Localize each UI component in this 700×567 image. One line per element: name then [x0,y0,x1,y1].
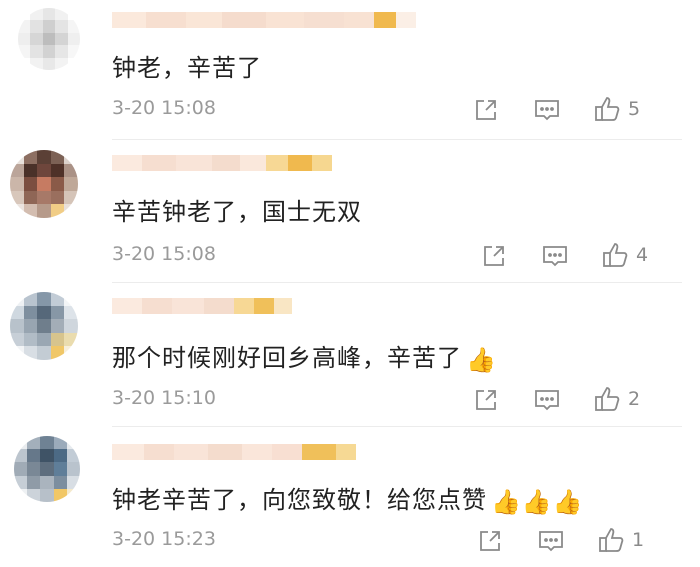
comment-text: 那个时候刚好回乡高峰，辛苦了 👍 [112,344,497,374]
share-icon [476,390,496,410]
username-blurred[interactable] [112,444,356,460]
like-button[interactable]: 1 [598,526,644,554]
comment-icon [543,246,567,267]
timestamp: 3-20 15:08 [112,97,216,119]
reply-button[interactable] [538,529,564,553]
like-count: 1 [632,529,645,551]
timestamp: 3-20 15:23 [112,528,216,550]
avatar[interactable] [10,292,78,360]
divider [112,139,682,140]
timestamp: 3-20 15:08 [112,243,216,265]
comment-text: 钟老，辛苦了 [112,54,262,82]
like-count: 5 [628,98,641,120]
share-button[interactable] [478,529,502,553]
thumbs-up-icon [595,97,620,121]
thumbs-up-icon [599,528,624,552]
share-icon [484,246,504,266]
avatar[interactable] [10,150,78,218]
like-button[interactable]: 2 [594,385,640,413]
like-count: 2 [628,388,641,410]
comment-text: 辛苦钟老了，国士无双 [112,198,362,226]
reply-button[interactable] [542,244,568,268]
thumbs-up-emoji: 👍 [466,346,497,374]
thumbs-up-emoji: 👍👍👍 [491,488,584,516]
share-icon [476,100,496,120]
comment-icon [535,390,559,411]
share-button[interactable] [482,244,506,268]
timestamp: 3-20 15:10 [112,387,216,409]
comment-icon [539,531,563,552]
divider [112,282,682,283]
comment-icon [535,100,559,121]
username-blurred[interactable] [112,12,416,28]
share-button[interactable] [474,98,498,122]
like-button[interactable]: 4 [602,241,648,269]
comment-text: 钟老辛苦了，向您致敬！给您点赞 👍👍👍 [112,486,584,516]
share-button[interactable] [474,388,498,412]
like-count: 4 [636,244,649,266]
username-blurred[interactable] [112,155,332,171]
divider [112,426,682,427]
reply-button[interactable] [534,388,560,412]
like-button[interactable]: 5 [594,95,640,123]
thumbs-up-icon [595,387,620,411]
avatar[interactable] [14,436,80,502]
thumbs-up-icon [603,243,628,267]
username-blurred[interactable] [112,298,292,314]
share-icon [480,531,500,551]
avatar[interactable] [18,8,80,70]
reply-button[interactable] [534,98,560,122]
